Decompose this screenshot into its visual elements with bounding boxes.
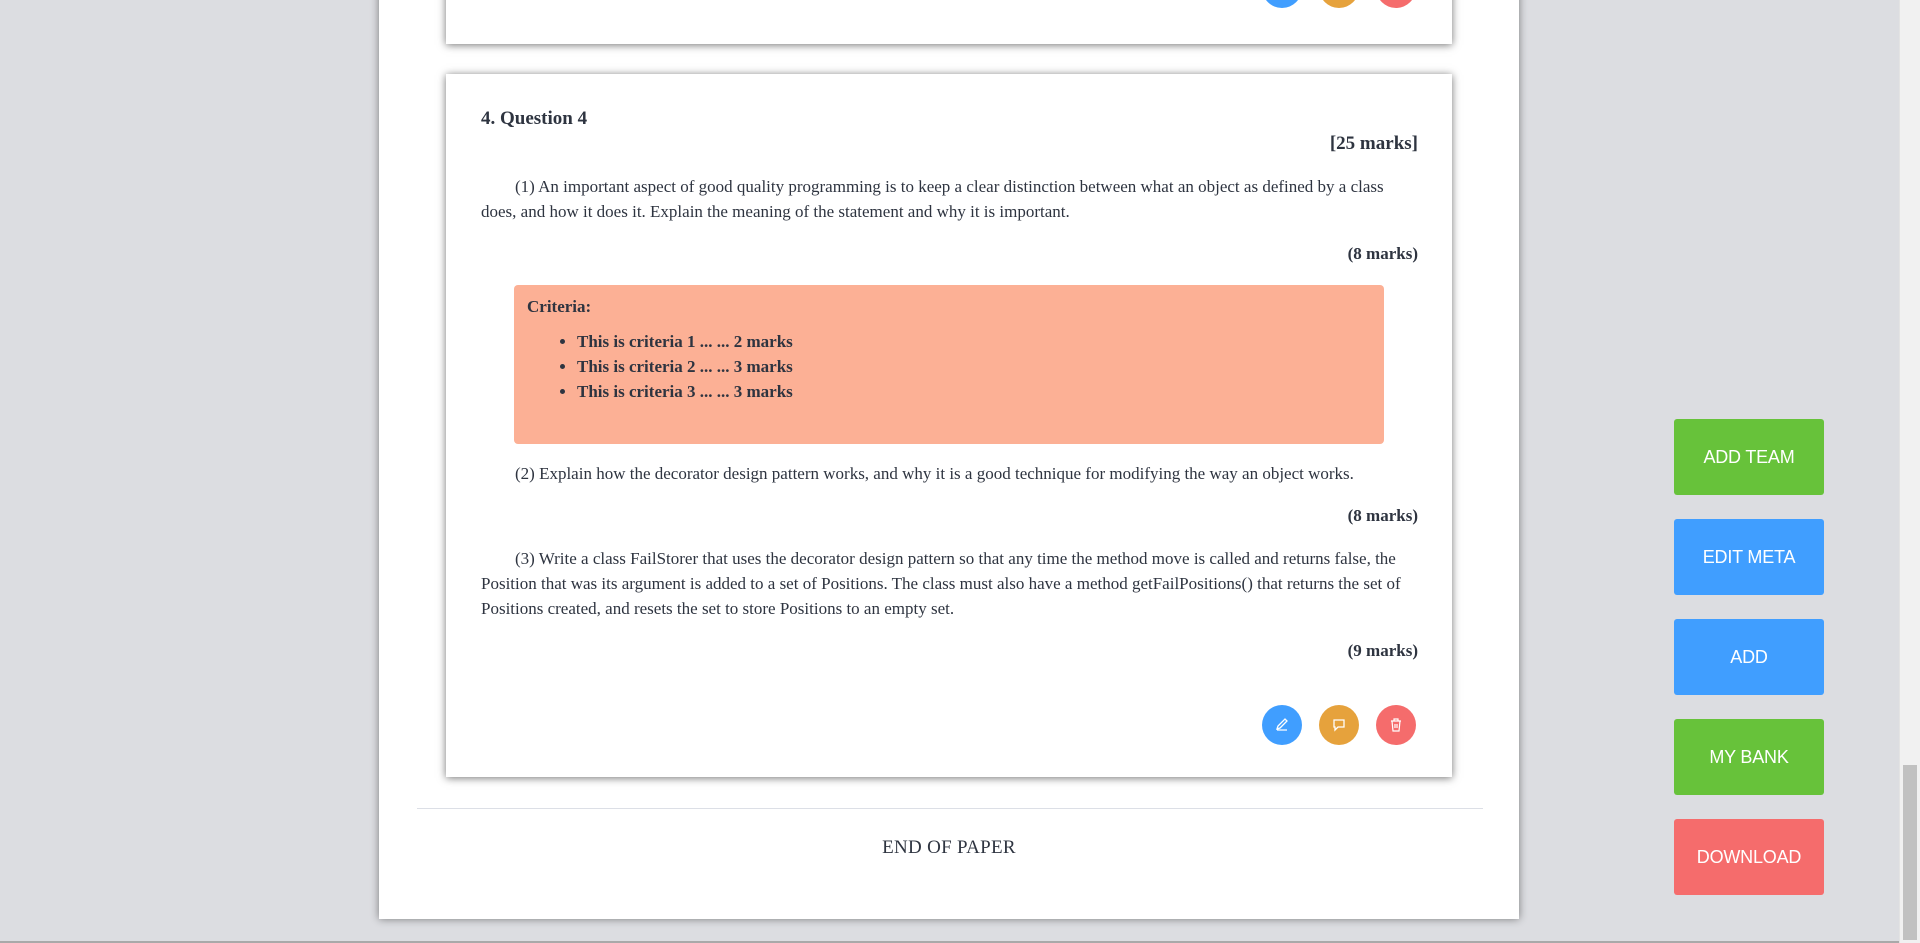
scrollbar-thumb[interactable] (1903, 765, 1917, 940)
vertical-scrollbar[interactable] (1899, 0, 1920, 943)
add-button[interactable]: ADD (1674, 619, 1824, 695)
criteria-item: This is criteria 3 ... ... 3 marks (577, 379, 793, 404)
criteria-item: This is criteria 2 ... ... 3 marks (577, 354, 793, 379)
edit-question-button[interactable] (1262, 705, 1302, 745)
comment-button[interactable] (1319, 0, 1359, 8)
question-total-marks: [25 marks] (1329, 133, 1418, 154)
part-1-marks: (8 marks) (1347, 244, 1418, 263)
my-bank-button[interactable]: MY BANK (1674, 719, 1824, 795)
question-card-previous (446, 0, 1452, 44)
add-team-button[interactable]: ADD TEAM (1674, 419, 1824, 495)
page-viewport: 4. Question 4 [25 marks] (1) An importan… (0, 0, 1920, 943)
edit-meta-button[interactable]: EDIT META (1674, 519, 1824, 595)
criteria-item: This is criteria 1 ... ... 2 marks (577, 329, 793, 354)
delete-button[interactable] (1376, 0, 1416, 8)
delete-question-button[interactable] (1376, 705, 1416, 745)
download-button[interactable]: DOWNLOAD (1674, 819, 1824, 895)
trash-icon (1391, 718, 1401, 732)
comment-icon (1333, 719, 1345, 732)
question-part-1: (1) An important aspect of good quality … (481, 177, 1384, 221)
criteria-box: Criteria: This is criteria 1 ... ... 2 m… (514, 285, 1384, 444)
end-divider (417, 808, 1483, 809)
comment-question-button[interactable] (1319, 705, 1359, 745)
question-card: 4. Question 4 [25 marks] (1) An importan… (446, 74, 1452, 777)
criteria-list: This is criteria 1 ... ... 2 marks This … (514, 329, 793, 404)
criteria-title: Criteria: (527, 297, 592, 316)
question-title: 4. Question 4 (481, 108, 588, 129)
edit-button[interactable] (1262, 0, 1302, 8)
end-of-paper-text: END OF PAPER (882, 837, 1016, 858)
pencil-icon (1275, 718, 1288, 731)
part-2-marks: (8 marks) (1347, 506, 1418, 525)
question-part-3: (3) Write a class FailStorer that uses t… (481, 549, 1401, 618)
part-3-marks: (9 marks) (1347, 641, 1418, 660)
question-part-2: (2) Explain how the decorator design pat… (515, 464, 1354, 483)
